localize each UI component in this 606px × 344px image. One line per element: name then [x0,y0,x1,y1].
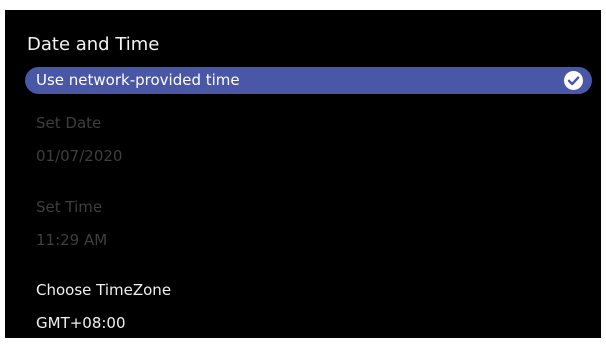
set-time-value: 11:29 AM [36,231,108,249]
set-date-item[interactable]: Set Date 01/07/2020 [36,114,122,166]
set-date-label: Set Date [36,114,102,132]
network-time-label: Use network-provided time [36,71,240,89]
set-time-label: Set Time [36,198,103,216]
timezone-value: GMT+08:00 [36,314,126,332]
set-date-value: 01/07/2020 [36,147,123,165]
network-time-toggle[interactable]: Use network-provided time [25,67,592,94]
timezone-label: Choose TimeZone [36,281,172,299]
checkmark-icon [564,71,583,90]
timezone-item[interactable]: Choose TimeZone GMT+08:00 [36,281,171,333]
date-time-settings-screen: Date and Time Use network-provided time … [5,10,601,338]
page-title: Date and Time [27,34,160,55]
set-time-item[interactable]: Set Time 11:29 AM [36,198,107,250]
